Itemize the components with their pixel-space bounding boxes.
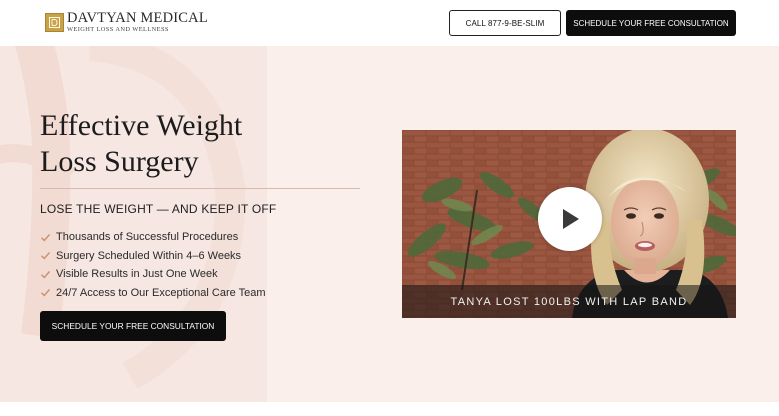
- video-caption-bar: TANYA LOST 100LBS WITH LAP BAND: [402, 285, 736, 318]
- page-title: Effective Weight Loss Surgery: [40, 108, 360, 180]
- divider: [40, 188, 360, 189]
- benefit-item: Thousands of Successful Procedures: [40, 228, 266, 247]
- benefits-list: Thousands of Successful Procedures Surge…: [40, 228, 266, 302]
- benefit-text: Thousands of Successful Procedures: [56, 231, 239, 244]
- benefit-text: 24/7 Access to Our Exceptional Care Team: [56, 286, 266, 299]
- page: DAVTYAN MEDICAL WEIGHT LOSS AND WELLNESS…: [0, 0, 779, 416]
- logo-emblem-icon: [45, 12, 64, 32]
- logo[interactable]: DAVTYAN MEDICAL WEIGHT LOSS AND WELLNESS: [45, 11, 208, 33]
- watermark-emblem-icon: [0, 46, 246, 390]
- play-button[interactable]: [538, 187, 602, 251]
- logo-tagline: WEIGHT LOSS AND WELLNESS: [67, 25, 169, 33]
- benefit-item: 24/7 Access to Our Exceptional Care Team: [40, 284, 266, 303]
- check-icon: [41, 233, 51, 242]
- video-caption: TANYA LOST 100LBS WITH LAP BAND: [450, 295, 688, 308]
- video-player[interactable]: TANYA LOST 100LBS WITH LAP BAND: [402, 130, 736, 318]
- footer-strip: [0, 402, 779, 416]
- check-icon: [41, 289, 51, 297]
- hero-section: Effective Weight Loss Surgery LOSE THE W…: [0, 46, 779, 402]
- header-consultation-button[interactable]: SCHEDULE YOUR FREE CONSULTATION: [566, 10, 736, 36]
- play-icon: [563, 209, 579, 229]
- benefit-text: Surgery Scheduled Within 4–6 Weeks: [56, 249, 242, 262]
- site-header: DAVTYAN MEDICAL WEIGHT LOSS AND WELLNESS…: [0, 0, 779, 46]
- benefit-item: Visible Results in Just One Week: [40, 265, 266, 284]
- hero-consultation-button[interactable]: SCHEDULE YOUR FREE CONSULTATION: [40, 311, 226, 341]
- benefit-text: Visible Results in Just One Week: [56, 268, 218, 281]
- headline-line-2: Loss Surgery: [40, 145, 199, 178]
- check-icon: [41, 270, 51, 279]
- subheading: LOSE THE WEIGHT — AND KEEP IT OFF: [40, 202, 277, 216]
- check-icon: [41, 252, 51, 260]
- headline-line-1: Effective Weight: [40, 109, 243, 142]
- call-button[interactable]: CALL 877-9-BE-SLIM: [449, 10, 561, 36]
- logo-name: DAVTYAN MEDICAL: [67, 10, 208, 27]
- benefit-item: Surgery Scheduled Within 4–6 Weeks: [40, 247, 266, 266]
- logo-text: DAVTYAN MEDICAL WEIGHT LOSS AND WELLNESS: [67, 11, 208, 33]
- hero-left-panel: [0, 46, 267, 402]
